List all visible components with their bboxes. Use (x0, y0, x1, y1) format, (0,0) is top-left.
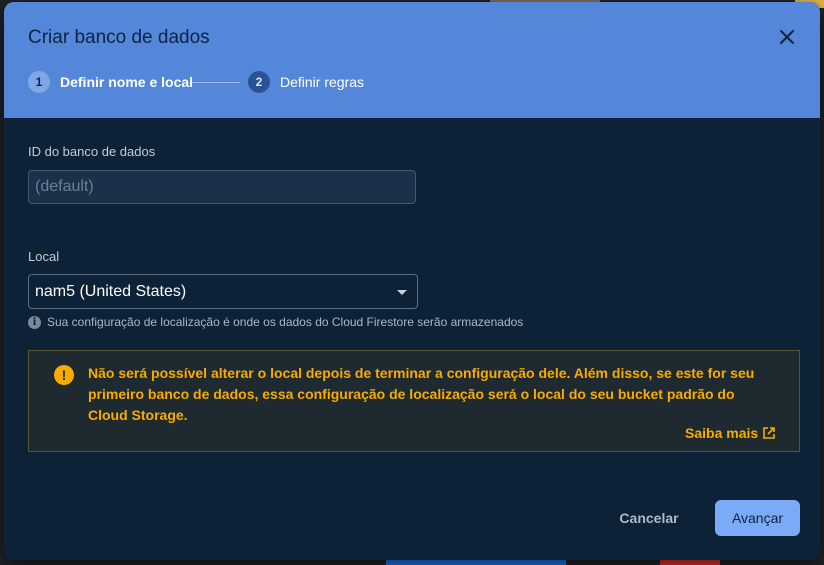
next-button[interactable]: Avançar (715, 500, 800, 536)
step-label: Definir nome e local (60, 74, 194, 90)
dialog-header: Criar banco de dados 1 Definir nome e lo… (4, 2, 820, 118)
warning-banner: ! Não será possível alterar o local depo… (28, 350, 800, 452)
database-id-input[interactable] (28, 170, 416, 204)
step-number: 2 (248, 71, 270, 93)
learn-more-label: Saiba mais (685, 425, 759, 441)
step-number: 1 (28, 71, 50, 93)
warning-text: Não será possível alterar o local depois… (88, 365, 755, 423)
open-in-new-icon (763, 427, 775, 439)
warning-icon: ! (54, 365, 74, 385)
close-button[interactable] (774, 24, 800, 50)
cancel-button[interactable]: Cancelar (609, 500, 689, 536)
location-label: Local (28, 249, 60, 264)
stepper: 1 Definir nome e local 2 Definir regras (28, 70, 528, 94)
create-database-dialog: Criar banco de dados 1 Definir nome e lo… (4, 2, 820, 560)
step-define-rules: 2 Definir regras (248, 70, 364, 94)
location-hint: i Sua configuração de localização é onde… (28, 315, 523, 329)
dialog-title: Criar banco de dados (28, 27, 210, 48)
database-id-label: ID do banco de dados (28, 144, 156, 159)
step-define-name-location: 1 Definir nome e local (28, 70, 193, 94)
location-hint-text: Sua configuração de localização é onde o… (47, 315, 524, 329)
step-label: Definir regras (280, 74, 365, 90)
dropdown-arrow-icon (397, 290, 407, 295)
info-icon: i (28, 315, 41, 329)
step-connector (192, 82, 240, 83)
learn-more-link[interactable]: Saiba mais (685, 425, 776, 441)
close-icon (780, 30, 794, 44)
location-selected-value: nam5 (United States) (35, 283, 187, 300)
location-select[interactable]: nam5 (United States) (28, 274, 418, 309)
